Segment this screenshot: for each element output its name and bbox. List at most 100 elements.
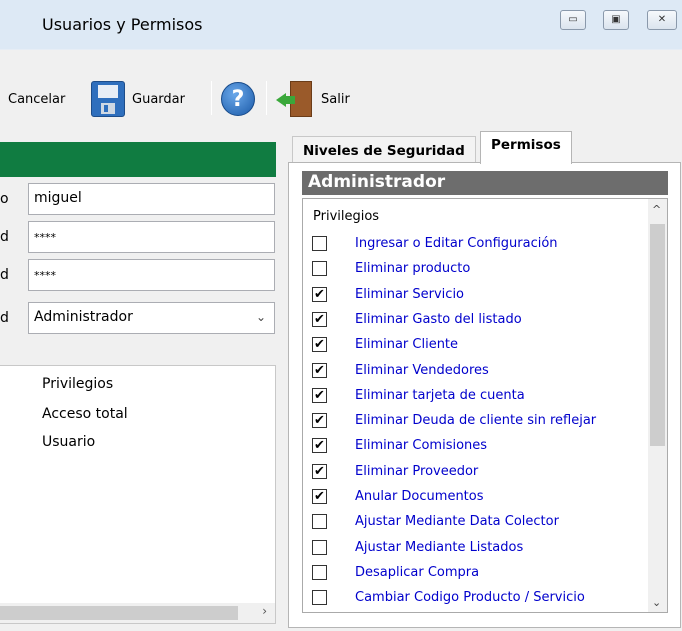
- permission-label[interactable]: Ajustar Mediante Listados: [355, 540, 523, 555]
- tab-permisos[interactable]: Permisos: [480, 131, 572, 164]
- cancel-button[interactable]: Cancelar: [8, 79, 65, 119]
- confirm-password-label: d: [0, 267, 9, 283]
- chevron-right-icon[interactable]: ›: [262, 604, 267, 618]
- title-bar: Usuarios y Permisos ▭ ▣ ✕: [0, 0, 682, 50]
- password-field[interactable]: ****: [28, 221, 275, 253]
- permission-checkbox[interactable]: [312, 539, 327, 555]
- confirm-password-field[interactable]: ****: [28, 259, 275, 291]
- floppy-disk-icon: [91, 81, 125, 117]
- tab-niveles-de-seguridad[interactable]: Niveles de Seguridad: [292, 136, 476, 163]
- permission-checkbox[interactable]: ✔: [312, 337, 327, 353]
- maximize-icon: ▣: [611, 14, 621, 25]
- permission-row[interactable]: ✔ Anular Documentos: [303, 486, 648, 511]
- cancel-label: Cancelar: [8, 91, 66, 107]
- help-icon: ?: [221, 82, 255, 116]
- permission-checkbox[interactable]: [312, 236, 327, 251]
- permission-checkbox[interactable]: [312, 564, 327, 580]
- permission-row[interactable]: Desaplicar Compra: [303, 562, 648, 587]
- permission-checkbox[interactable]: ✔: [312, 286, 327, 302]
- save-button[interactable]: Guardar: [91, 79, 185, 119]
- toolbar-separator: [266, 81, 267, 115]
- security-level-select[interactable]: Administrador ⌄: [28, 302, 275, 334]
- permission-label[interactable]: Ingresar o Editar Configuración: [355, 236, 558, 251]
- permission-row[interactable]: Cambiar Codigo Producto / Servicio: [303, 587, 648, 612]
- permission-checkbox[interactable]: ✔: [312, 489, 327, 504]
- checkmark-icon: ✔: [314, 438, 325, 454]
- permission-label[interactable]: Eliminar Gasto del listado: [355, 312, 522, 327]
- permission-checkbox[interactable]: ✔: [312, 387, 327, 403]
- scrollbar-thumb[interactable]: [650, 224, 665, 446]
- permission-label[interactable]: Eliminar producto: [355, 261, 470, 276]
- permission-checkbox[interactable]: ✔: [312, 463, 327, 479]
- list-item[interactable]: Acceso total: [42, 406, 128, 422]
- permission-row[interactable]: ✔ Eliminar Comisiones: [303, 435, 648, 460]
- permission-label[interactable]: Eliminar Proveedor: [355, 464, 478, 479]
- checkmark-icon: ✔: [314, 387, 325, 403]
- close-button[interactable]: ✕: [647, 10, 677, 30]
- permission-row[interactable]: Ingresar o Editar Configuración: [303, 233, 648, 258]
- chevron-down-icon: ⌄: [255, 310, 266, 324]
- security-level-value: Administrador: [34, 309, 133, 325]
- minimize-button[interactable]: ▭: [560, 10, 586, 30]
- permission-row[interactable]: ✔ Eliminar Servicio: [303, 284, 648, 309]
- chevron-up-icon[interactable]: ^: [652, 203, 661, 216]
- permission-label[interactable]: Desaplicar Compra: [355, 565, 479, 580]
- permission-label[interactable]: Eliminar tarjeta de cuenta: [355, 388, 525, 403]
- permission-row[interactable]: Ajustar Mediante Data Colector: [303, 511, 648, 536]
- vertical-scrollbar[interactable]: ^ ⌄: [648, 199, 667, 612]
- maximize-button[interactable]: ▣: [603, 10, 629, 30]
- permission-row[interactable]: ✔ Eliminar tarjeta de cuenta: [303, 385, 648, 410]
- help-button[interactable]: ?: [221, 79, 255, 119]
- close-icon: ✕: [657, 14, 667, 25]
- minimize-icon: ▭: [568, 14, 578, 25]
- permission-label[interactable]: Eliminar Vendedores: [355, 363, 489, 378]
- role-title: Administrador: [302, 171, 668, 195]
- permission-row[interactable]: Eliminar producto: [303, 258, 648, 283]
- list-header: Privilegios: [313, 209, 380, 224]
- checkmark-icon: ✔: [314, 463, 325, 479]
- privileges-level-list[interactable]: Privilegios Acceso total Usuario ›: [0, 365, 276, 624]
- chevron-down-icon[interactable]: ⌄: [652, 596, 661, 609]
- exit-door-icon: [276, 81, 314, 117]
- permission-row[interactable]: ✔ Eliminar Cliente: [303, 334, 648, 359]
- permission-checkbox[interactable]: [312, 590, 327, 606]
- permissions-list[interactable]: Privilegios Ingresar o Editar Configurac…: [302, 198, 668, 613]
- permission-label[interactable]: Eliminar Servicio: [355, 287, 464, 302]
- permission-row[interactable]: ✔ Eliminar Vendedores: [303, 360, 648, 385]
- permission-label[interactable]: Eliminar Comisiones: [355, 438, 487, 453]
- permission-checkbox[interactable]: ✔: [312, 438, 327, 454]
- permission-checkbox[interactable]: [312, 514, 327, 530]
- permission-row[interactable]: Ajustar Mediante Listados: [303, 537, 648, 562]
- permission-label[interactable]: Anular Documentos: [355, 489, 484, 504]
- permission-row[interactable]: ✔ Eliminar Deuda de cliente sin reflejar: [303, 410, 648, 435]
- toolbar: Cancelar Guardar ? Salir: [0, 50, 682, 130]
- section-header-bar: [0, 142, 276, 177]
- password-label: d: [0, 229, 9, 245]
- checkmark-icon: ✔: [314, 311, 325, 327]
- list-header: Privilegios: [42, 376, 114, 392]
- permission-checkbox[interactable]: ✔: [312, 413, 327, 429]
- list-item[interactable]: Usuario: [42, 434, 95, 450]
- toolbar-separator: [211, 81, 212, 115]
- window-title: Usuarios y Permisos: [42, 15, 203, 34]
- permission-checkbox[interactable]: ✔: [312, 362, 327, 378]
- permission-label[interactable]: Ajustar Mediante Data Colector: [355, 514, 559, 529]
- checkmark-icon: ✔: [314, 413, 325, 429]
- permission-label[interactable]: Eliminar Deuda de cliente sin reflejar: [355, 413, 596, 428]
- exit-label: Salir: [321, 91, 350, 107]
- username-label: o: [0, 191, 9, 207]
- save-label: Guardar: [132, 91, 185, 107]
- checkmark-icon: ✔: [314, 286, 325, 302]
- security-level-label: d: [0, 310, 9, 326]
- permission-row[interactable]: ✔ Eliminar Proveedor: [303, 461, 648, 486]
- permission-checkbox[interactable]: ✔: [312, 311, 327, 327]
- checkmark-icon: ✔: [314, 337, 325, 353]
- exit-button[interactable]: Salir: [276, 79, 350, 119]
- permission-label[interactable]: Eliminar Cliente: [355, 337, 458, 352]
- scrollbar-thumb[interactable]: [0, 606, 238, 620]
- permission-row[interactable]: ✔ Eliminar Gasto del listado: [303, 309, 648, 334]
- horizontal-scrollbar[interactable]: ›: [0, 603, 275, 623]
- permission-checkbox[interactable]: [312, 261, 327, 277]
- permission-label[interactable]: Cambiar Codigo Producto / Servicio: [355, 590, 585, 605]
- username-field[interactable]: miguel: [28, 183, 275, 215]
